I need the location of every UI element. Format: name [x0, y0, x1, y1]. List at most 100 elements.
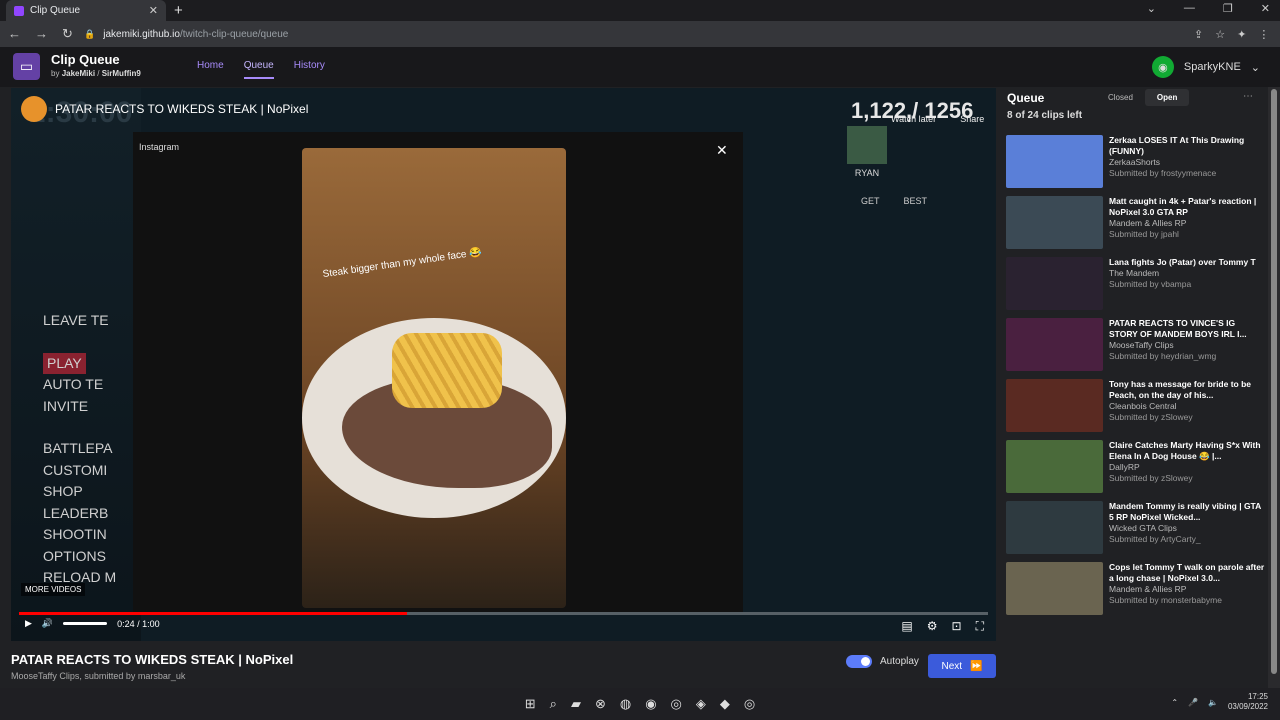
- taskbar-date: 03/09/2022: [1227, 702, 1268, 711]
- channel-avatar[interactable]: [21, 96, 47, 122]
- search-icon[interactable]: ⌕: [550, 696, 557, 712]
- overlay-actions: Watch later Share: [891, 114, 984, 124]
- clip-item-submitter: Submitted by monsterbabyme: [1109, 595, 1222, 605]
- steak-photo: Steak bigger than my whole face 😂: [302, 148, 566, 608]
- back-icon[interactable]: ←: [8, 26, 21, 42]
- settings-icon[interactable]: ⚙: [927, 619, 938, 634]
- queue-clip-item[interactable]: Tony has a message for bride to be Peach…: [1006, 379, 1266, 440]
- volume-icon[interactable]: 🔊: [42, 618, 53, 629]
- share-icon[interactable]: ⇪: [1194, 28, 1203, 41]
- instagram-logo: Instagram: [139, 142, 180, 152]
- share-button[interactable]: Share: [960, 114, 984, 124]
- open-option[interactable]: Open: [1144, 89, 1190, 106]
- forward-icon[interactable]: →: [35, 26, 48, 42]
- clip-thumbnail[interactable]: [1006, 135, 1103, 188]
- cast-icon[interactable]: ⊡: [952, 619, 962, 634]
- xbox-icon[interactable]: ⊗: [595, 696, 606, 712]
- close-tab-icon[interactable]: ✕: [149, 4, 158, 17]
- overlay-title-text[interactable]: PATAR REACTS TO WIKEDS STEAK | NoPixel: [55, 102, 308, 116]
- story-caption: Steak bigger than my whole face 😂: [322, 246, 483, 281]
- star-icon[interactable]: ☆: [1215, 28, 1225, 41]
- tray-chevron-icon[interactable]: ⌃: [1171, 698, 1178, 707]
- reload-icon[interactable]: ↻: [62, 26, 73, 42]
- more-options-icon[interactable]: ⋯: [1243, 91, 1253, 102]
- clip-thumbnail[interactable]: [1006, 440, 1103, 493]
- nav-history[interactable]: History: [294, 60, 325, 79]
- windows-start-icon[interactable]: ⊞: [525, 696, 536, 712]
- url-field[interactable]: 🔒 jakemiki.github.io/twitch-clip-queue/q…: [84, 24, 1184, 44]
- restore-icon[interactable]: ❐: [1223, 2, 1233, 15]
- nav-home[interactable]: Home: [197, 60, 224, 79]
- folder-icon[interactable]: ▰: [571, 696, 581, 712]
- app-logo-icon[interactable]: ▭: [13, 53, 40, 80]
- clip-thumbnail[interactable]: [1006, 379, 1103, 432]
- clip-list: Zerkaa LOSES IT At This Drawing (FUNNY) Z…: [1006, 135, 1266, 623]
- new-tab-icon[interactable]: +: [174, 2, 183, 19]
- progress-fill: [19, 612, 407, 615]
- watch-later-button[interactable]: Watch later: [891, 114, 936, 124]
- main-nav: Home Queue History: [197, 60, 325, 79]
- queue-clip-item[interactable]: Lana fights Jo (Patar) over Tommy T The M…: [1006, 257, 1266, 318]
- clip-item-channel: MooseTaffy Clips: [1109, 340, 1174, 350]
- steam-icon[interactable]: ◍: [620, 696, 631, 712]
- app-icon[interactable]: ◈: [696, 696, 706, 712]
- more-videos-button[interactable]: MORE VIDEOS: [21, 583, 86, 596]
- author-link-1[interactable]: JakeMiki: [62, 69, 95, 78]
- discord-icon[interactable]: ◉: [645, 696, 656, 712]
- best-label: BEST: [903, 196, 928, 206]
- queue-clip-item[interactable]: Claire Catches Marty Having S*x With Ele…: [1006, 440, 1266, 501]
- queue-clip-item[interactable]: PATAR REACTS TO VINCE'S IG STORY OF MAND…: [1006, 318, 1266, 379]
- game-menu-item: INVITE: [43, 397, 89, 414]
- clip-thumbnail[interactable]: [1006, 257, 1103, 310]
- chevron-down-icon[interactable]: ⌄: [1147, 2, 1156, 15]
- closed-option[interactable]: Closed: [1096, 89, 1145, 106]
- tab-title: Clip Queue: [30, 5, 81, 16]
- progress-bar[interactable]: [19, 612, 988, 615]
- menu-dots-icon[interactable]: ⋮: [1258, 28, 1269, 41]
- clip-thumbnail[interactable]: [1006, 562, 1103, 615]
- queue-clip-item[interactable]: Mandem Tommy is really vibing | GTA 5 RP…: [1006, 501, 1266, 562]
- mic-icon[interactable]: 🎤: [1188, 698, 1198, 707]
- clip-item-title: Cops let Tommy T walk on parole after a …: [1109, 562, 1265, 583]
- game-menu-item: CUSTOMI: [43, 461, 108, 478]
- editor-icon[interactable]: ◆: [720, 696, 730, 712]
- play-icon[interactable]: ▶: [25, 618, 32, 629]
- clip-thumbnail[interactable]: [1006, 501, 1103, 554]
- scrollbar[interactable]: [1268, 87, 1280, 688]
- speaker-icon[interactable]: 🔈: [1208, 698, 1218, 707]
- close-icon: ✕: [716, 142, 728, 158]
- next-button[interactable]: Next ⏩: [928, 654, 996, 678]
- queue-clip-item[interactable]: Cops let Tommy T walk on parole after a …: [1006, 562, 1266, 623]
- by-label: by: [51, 69, 60, 78]
- close-window-icon[interactable]: ✕: [1261, 2, 1270, 15]
- browser-tab[interactable]: Clip Queue ✕: [6, 0, 166, 21]
- queue-clip-item[interactable]: Matt caught in 4k + Patar's reaction | N…: [1006, 196, 1266, 257]
- clip-thumbnail[interactable]: [1006, 196, 1103, 249]
- minimize-icon[interactable]: —: [1184, 2, 1195, 15]
- extensions-icon[interactable]: ✦: [1237, 28, 1246, 41]
- video-player[interactable]: 2:30:00 LEAVE TE PLAY AUTO TE INVITE BAT…: [11, 88, 996, 641]
- clip-item-submitter: Submitted by frostyymenace: [1109, 168, 1217, 178]
- clip-thumbnail[interactable]: [1006, 318, 1103, 371]
- player-name: RYAN: [854, 168, 880, 178]
- captions-icon[interactable]: ▤: [901, 619, 912, 634]
- nav-queue[interactable]: Queue: [243, 60, 274, 79]
- queue-clip-item[interactable]: Zerkaa LOSES IT At This Drawing (FUNNY) Z…: [1006, 135, 1266, 196]
- app-name: Clip Queue: [51, 52, 120, 67]
- taskbar: ⊞ ⌕ ▰ ⊗ ◍ ◉ ◎ ◈ ◆ ◎ ⌃ 🎤 🔈 17:25 03/09/20…: [0, 688, 1280, 720]
- chrome-active-icon[interactable]: ◎: [744, 696, 755, 712]
- fullscreen-icon[interactable]: ⛶: [976, 619, 984, 634]
- user-menu[interactable]: ◉ SparkyKNE ⌄: [1151, 56, 1260, 78]
- chrome-icon[interactable]: ◎: [671, 696, 682, 712]
- app-header: ▭ Clip Queue by JakeMiki / SirMuffin9 Ho…: [0, 47, 1280, 87]
- player-avatar: [847, 126, 887, 164]
- volume-slider[interactable]: [63, 622, 108, 625]
- scrollbar-thumb[interactable]: [1271, 89, 1277, 674]
- author-link-2[interactable]: SirMuffin9: [102, 69, 141, 78]
- game-menu-item: PLAY: [43, 352, 86, 374]
- clip-item-channel: Cleanbois Central: [1109, 401, 1177, 411]
- clip-item-title: PATAR REACTS TO VINCE'S IG STORY OF MAND…: [1109, 318, 1247, 339]
- toggle-switch[interactable]: [846, 655, 872, 668]
- autoplay-toggle[interactable]: Autoplay: [846, 655, 919, 668]
- game-menu-item: SHOOTIN: [43, 526, 107, 542]
